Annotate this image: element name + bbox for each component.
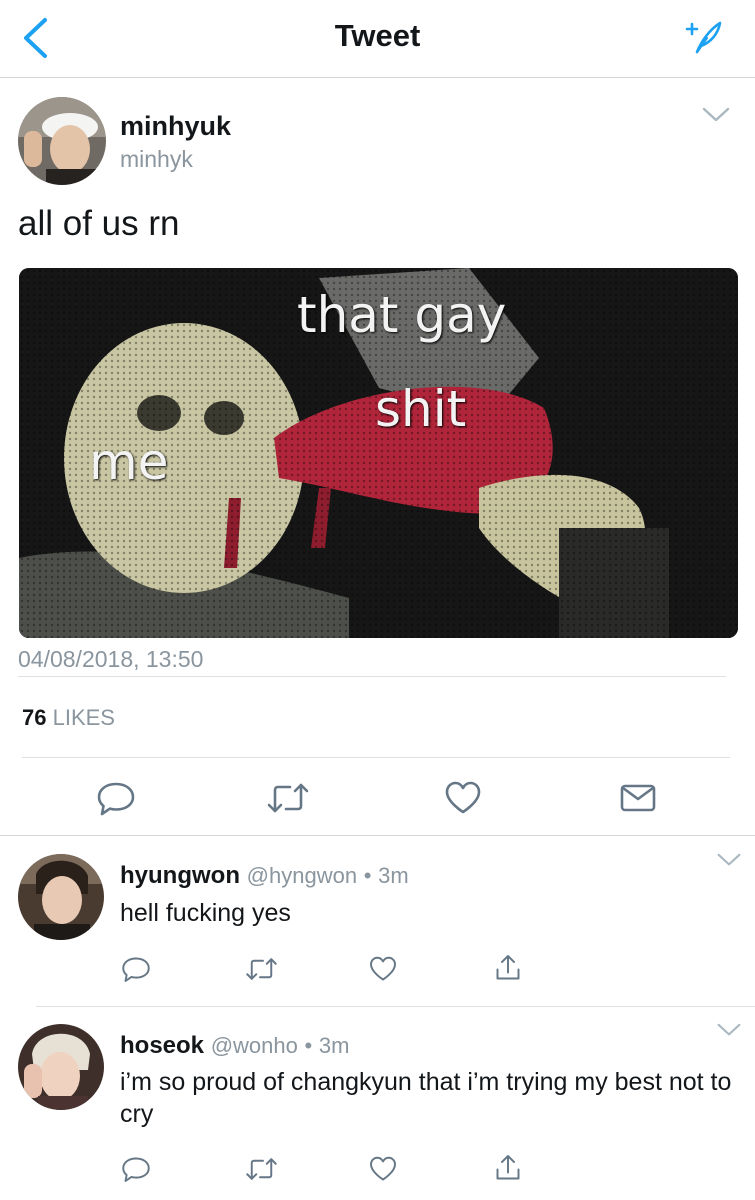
author-avatar[interactable] [18, 97, 106, 185]
tweet-timestamp: 04/08/2018, 13:50 [18, 646, 204, 672]
reply-author-name: hoseok [120, 1032, 205, 1059]
retweet-icon [266, 778, 310, 818]
retweet-icon [245, 1154, 278, 1184]
like-button[interactable] [368, 1154, 398, 1184]
reply-author[interactable]: hyungwon @hyngwon • 3m [120, 862, 409, 890]
reply-button[interactable] [121, 954, 151, 984]
likes-number: 76 [22, 705, 47, 730]
reply-text: i’m so proud of changkyun that i’m tryin… [120, 1068, 732, 1128]
reply-time: 3m [378, 863, 409, 888]
direct-message-button[interactable] [618, 778, 658, 818]
like-icon [368, 954, 398, 984]
chevron-down-icon [716, 1022, 742, 1038]
like-icon [368, 1154, 398, 1184]
reply-avatar[interactable] [18, 854, 104, 940]
tweet-text: all of us rn [18, 204, 180, 243]
reply-author-name: hyungwon [120, 862, 240, 889]
like-icon [443, 778, 483, 818]
meta-separator: • [363, 863, 372, 888]
share-button[interactable] [493, 952, 523, 984]
reply-author-handle: @wonho [210, 1033, 298, 1058]
retweet-icon [245, 954, 278, 984]
likes-count[interactable]: 76 LIKES [22, 705, 115, 731]
tweet-media-image[interactable]: that gay shit me [19, 268, 738, 638]
retweet-button[interactable] [245, 1154, 278, 1184]
meme-caption-that-gay: that gay [297, 286, 507, 344]
reply-text: hell fucking yes [120, 899, 291, 927]
reply-author-handle: @hyngwon [246, 863, 358, 888]
reply-time: 3m [318, 1033, 350, 1058]
reply-icon [96, 778, 136, 818]
like-button[interactable] [368, 954, 398, 984]
divider [22, 757, 730, 758]
divider [36, 1006, 755, 1007]
likes-label: LIKES [52, 705, 115, 730]
compose-tweet-icon [685, 21, 722, 54]
direct-message-icon [618, 778, 658, 818]
reply-options-button[interactable] [716, 1022, 742, 1038]
chevron-down-icon [716, 852, 742, 868]
author-handle[interactable]: minhyk [120, 146, 193, 173]
page-title: Tweet [334, 18, 421, 53]
reply-button[interactable] [96, 778, 136, 818]
reply-options-button[interactable] [716, 852, 742, 868]
share-button[interactable] [493, 1152, 523, 1184]
author-name[interactable]: minhyuk [120, 111, 231, 142]
share-icon [493, 1152, 523, 1184]
reply-avatar[interactable] [18, 1024, 104, 1110]
divider [18, 676, 726, 677]
reply-author[interactable]: hoseok @wonho • 3m [120, 1032, 349, 1060]
retweet-button[interactable] [245, 954, 278, 984]
divider [0, 835, 755, 836]
top-navigation-bar: Tweet [0, 0, 755, 78]
compose-tweet-button[interactable] [685, 18, 725, 58]
share-icon [493, 952, 523, 984]
meme-caption-me: me [89, 433, 169, 491]
chevron-down-icon [701, 106, 731, 124]
meta-separator: • [304, 1033, 313, 1058]
tweet-options-button[interactable] [701, 106, 731, 124]
like-button[interactable] [443, 778, 483, 818]
reply-icon [121, 1154, 151, 1184]
meme-caption-shit: shit [375, 380, 467, 438]
reply-button[interactable] [121, 1154, 151, 1184]
retweet-button[interactable] [266, 778, 310, 818]
reply-icon [121, 954, 151, 984]
